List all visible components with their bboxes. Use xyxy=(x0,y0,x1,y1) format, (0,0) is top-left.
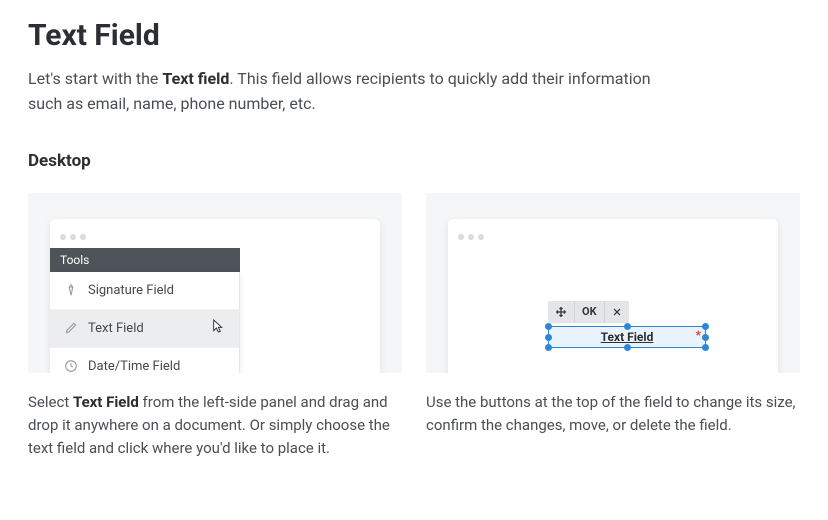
example-left-panel: Tools Signature Field Text Field xyxy=(28,193,402,461)
tools-panel-header: Tools xyxy=(50,248,240,272)
close-icon xyxy=(612,307,622,317)
illustration-field-editor: OK Text Field * xyxy=(426,193,800,373)
right-caption: Use the buttons at the top of the field … xyxy=(426,391,800,438)
window-traffic-lights xyxy=(448,219,778,248)
window-traffic-lights xyxy=(50,219,380,248)
tool-item-signature[interactable]: Signature Field xyxy=(50,272,239,310)
caption-text-before: Select xyxy=(28,393,73,411)
resize-handle-tr[interactable] xyxy=(702,323,709,330)
left-caption: Select Text Field from the left-side pan… xyxy=(28,391,402,461)
illustration-tools-panel: Tools Signature Field Text Field xyxy=(28,193,402,373)
move-icon xyxy=(555,306,567,318)
resize-handle-ml[interactable] xyxy=(545,334,552,341)
move-button[interactable] xyxy=(548,301,575,323)
mock-window: OK Text Field * xyxy=(448,219,778,373)
intro-text-before: Let's start with the xyxy=(28,69,162,88)
field-label: Text Field xyxy=(601,330,654,344)
intro-text-strong: Text field xyxy=(162,69,229,88)
mock-window: Tools Signature Field Text Field xyxy=(50,219,380,373)
pencil-icon xyxy=(64,321,78,335)
required-asterisk: * xyxy=(696,328,701,342)
clock-icon xyxy=(64,359,78,373)
tools-list: Signature Field Text Field Date/Time Fie… xyxy=(50,272,240,373)
tool-item-textfield[interactable]: Text Field xyxy=(50,310,239,348)
page-title: Text Field xyxy=(28,18,800,53)
ok-button[interactable]: OK xyxy=(575,301,605,323)
section-subheading-desktop: Desktop xyxy=(28,151,800,171)
field-toolbar: OK xyxy=(548,301,629,323)
signature-icon xyxy=(64,283,78,297)
example-field-editor: OK Text Field * xyxy=(426,193,800,461)
resize-handle-mr[interactable] xyxy=(702,334,709,341)
resize-handle-tl[interactable] xyxy=(545,323,552,330)
text-field-box[interactable]: Text Field * xyxy=(548,326,706,348)
caption-text-strong: Text Field xyxy=(73,393,139,411)
tool-item-label: Text Field xyxy=(88,321,144,336)
intro-paragraph: Let's start with the Text field. This fi… xyxy=(28,67,668,117)
pointer-cursor-icon xyxy=(209,317,225,339)
resize-handle-tm[interactable] xyxy=(624,323,631,330)
field-editor-widget: OK Text Field * xyxy=(548,301,706,348)
resize-handle-bl[interactable] xyxy=(545,344,552,351)
delete-button[interactable] xyxy=(605,301,629,323)
tool-item-label: Signature Field xyxy=(88,283,174,298)
tool-item-label: Date/Time Field xyxy=(88,359,180,373)
resize-handle-bm[interactable] xyxy=(624,344,631,351)
resize-handle-br[interactable] xyxy=(702,344,709,351)
tool-item-datetime[interactable]: Date/Time Field xyxy=(50,348,239,373)
